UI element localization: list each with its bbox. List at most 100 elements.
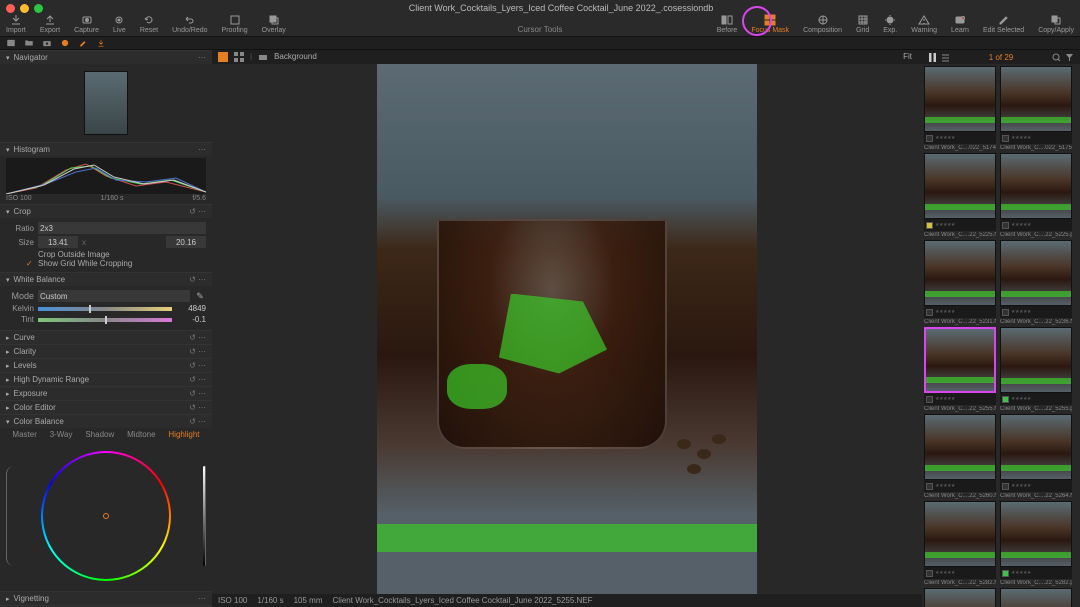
- vignetting-panel-head[interactable]: ▸Vignetting⋯: [0, 591, 212, 605]
- tool-tab-bar: [0, 36, 1080, 50]
- document-title: Client Work_Cocktails_Lyers_Iced Coffee …: [48, 3, 1074, 13]
- main-toolbar: Import Export Capture Live Reset Undo/Redo Pro…: [0, 16, 1080, 36]
- wb-mode-select[interactable]: [38, 290, 190, 302]
- navigator-panel-head[interactable]: ▾Navigator⋯: [0, 50, 212, 64]
- wb-mode-label: Mode: [6, 291, 34, 301]
- browser-thumb[interactable]: ★★★★★Client Work_C....22_5231.NEF: [924, 240, 996, 325]
- browser-thumb[interactable]: ★★★★★Client Work_C....22_5296.NEF: [1000, 588, 1072, 607]
- pause-icon[interactable]: [928, 53, 937, 62]
- cb-tab-shadow[interactable]: Shadow: [85, 430, 114, 439]
- histogram-label: Histogram: [14, 145, 50, 154]
- browser-thumb[interactable]: ★★★★★Client Work_C....22_5282.psd: [1000, 501, 1072, 586]
- import-button[interactable]: Import: [6, 14, 26, 34]
- info-filename: Client Work_Cocktails_Lyers_Iced Coffee …: [333, 596, 593, 605]
- browser-thumb[interactable]: ★★★★★Client Work_C....022_5174.NEF: [924, 66, 996, 151]
- cb-tab-3-way[interactable]: 3-Way: [50, 430, 73, 439]
- layer-name[interactable]: Background: [274, 52, 317, 61]
- browser-thumb[interactable]: ★★★★★Client Work_C....22_5260.NEF: [924, 414, 996, 499]
- filter-icon[interactable]: [1065, 53, 1074, 62]
- output-icon[interactable]: [96, 38, 106, 48]
- browser-thumb[interactable]: ★★★★★Client Work_C....22_5282.NEF: [924, 501, 996, 586]
- search-icon[interactable]: [1052, 53, 1061, 62]
- wb-panel-head[interactable]: ▾White Balance↺ ⋯: [0, 272, 212, 286]
- ratio-select[interactable]: [38, 222, 206, 234]
- reset-button[interactable]: Reset: [140, 14, 158, 34]
- color-balance-head[interactable]: ▾Color Balance↺ ⋯: [0, 414, 212, 428]
- shutter-label: 1/160 s: [101, 195, 124, 202]
- adjust-icon[interactable]: [60, 38, 70, 48]
- view-mode-icon[interactable]: [218, 52, 228, 62]
- tint-slider[interactable]: [38, 318, 172, 322]
- color-editor-panel-head[interactable]: ▸Color Editor↺ ⋯: [0, 400, 212, 414]
- browser-thumb[interactable]: ★★★★★Client Work_C....22_5225.psd: [1000, 153, 1072, 238]
- export-button[interactable]: Export: [40, 14, 60, 34]
- live-button[interactable]: Live: [113, 14, 126, 34]
- browser-thumb[interactable]: ★★★★★Client Work_C....022_5175.NEF: [1000, 66, 1072, 151]
- tint-value: -0.1: [176, 315, 206, 324]
- color-wheel[interactable]: [0, 441, 212, 591]
- browser-thumb[interactable]: ★★★★★Client Work_C....22_5255.NEF: [924, 327, 996, 412]
- image-info-bar: ISO 100 1/160 s 105 mm Client Work_Cockt…: [212, 594, 922, 607]
- histogram-panel-head[interactable]: ▾Histogram⋯: [0, 142, 212, 156]
- crop-panel-head[interactable]: ▾Crop↺ ⋯: [0, 204, 212, 218]
- brush-icon[interactable]: [78, 38, 88, 48]
- layers-icon[interactable]: [258, 52, 268, 62]
- capture-button[interactable]: Capture: [74, 14, 99, 34]
- browser-thumb[interactable]: ★★★★★Client Work_C....22_5255.psd: [1000, 327, 1072, 412]
- navigator-label: Navigator: [14, 53, 48, 62]
- overlay-button[interactable]: Overlay: [262, 14, 286, 34]
- undoredo-button[interactable]: Undo/Redo: [172, 14, 207, 34]
- high-dynamic-range-panel-head[interactable]: ▸High Dynamic Range↺ ⋯: [0, 372, 212, 386]
- kelvin-slider[interactable]: [38, 307, 172, 311]
- crop-label: Crop: [14, 207, 31, 216]
- library-icon[interactable]: [6, 38, 16, 48]
- crop-width-input[interactable]: [38, 236, 78, 248]
- aperture-label: f/5.6: [192, 195, 206, 202]
- copyapply-button[interactable]: Copy/Apply: [1038, 14, 1074, 34]
- editselected-button[interactable]: Edit Selected: [983, 14, 1024, 34]
- viewer: | Background Fit ISO 100 1/160: [212, 50, 922, 607]
- cb-tab-midtone[interactable]: Midtone: [127, 430, 155, 439]
- exposure-panel-head[interactable]: ▸Exposure↺ ⋯: [0, 386, 212, 400]
- composition-button[interactable]: Composition: [803, 14, 842, 34]
- navigator-body[interactable]: [0, 64, 212, 142]
- cb-tab-highlight[interactable]: Highlight: [168, 430, 199, 439]
- browser-panel: 1 of 29 ★★★★★Client Work_C....022_5174.N…: [922, 50, 1080, 607]
- clarity-panel-head[interactable]: ▸Clarity↺ ⋯: [0, 344, 212, 358]
- crop-outside-checkbox[interactable]: Crop Outside Image: [6, 250, 206, 259]
- browser-thumb[interactable]: ★★★★★Client Work_C....22_5264.NEF: [1000, 414, 1072, 499]
- grid-button[interactable]: Grid: [856, 14, 869, 34]
- maximize-window[interactable]: [34, 4, 43, 13]
- browser-thumb[interactable]: ★★★★★Client Work_C....22_5294.NEF: [924, 588, 996, 607]
- browser-thumb[interactable]: ★★★★★Client Work_C....22_5236.NEF: [1000, 240, 1072, 325]
- info-iso: ISO 100: [218, 596, 247, 605]
- focusmask-button[interactable]: Focus Mask: [751, 14, 789, 34]
- folder-icon[interactable]: [24, 38, 34, 48]
- proofing-button[interactable]: Proofing: [222, 14, 248, 34]
- exp-button[interactable]: Exp.: [883, 14, 897, 34]
- minimize-window[interactable]: [20, 4, 29, 13]
- camera-icon[interactable]: [42, 38, 52, 48]
- cb-tab-master[interactable]: Master: [12, 430, 36, 439]
- tint-label: Tint: [6, 315, 34, 324]
- show-grid-checkbox[interactable]: Show Grid While Cropping: [6, 259, 206, 268]
- left-tool-panel: ▾Navigator⋯ ▾Histogram⋯ ISO 100 1/160 s …: [0, 50, 212, 607]
- histogram-body: ISO 100 1/160 s f/5.6: [0, 156, 212, 204]
- before-button[interactable]: Before: [717, 14, 738, 34]
- sliders-icon[interactable]: [941, 53, 950, 62]
- kelvin-label: Kelvin: [6, 304, 34, 313]
- color-balance-label: Color Balance: [14, 417, 64, 426]
- cursor-tools-label: Cursor Tools: [518, 25, 563, 34]
- learn-button[interactable]: Learn: [951, 14, 969, 34]
- levels-panel-head[interactable]: ▸Levels↺ ⋯: [0, 358, 212, 372]
- warning-button[interactable]: Warning: [911, 14, 937, 34]
- size-label: Size: [6, 238, 34, 247]
- curve-panel-head[interactable]: ▸Curve↺ ⋯: [0, 330, 212, 344]
- image-canvas[interactable]: [212, 64, 922, 594]
- view-grid-icon[interactable]: [234, 52, 244, 62]
- close-window[interactable]: [6, 4, 15, 13]
- zoom-label[interactable]: Fit: [903, 52, 912, 61]
- crop-height-input[interactable]: [166, 236, 206, 248]
- info-focal: 105 mm: [294, 596, 323, 605]
- browser-thumb[interactable]: ★★★★★Client Work_C....22_5225.NEF: [924, 153, 996, 238]
